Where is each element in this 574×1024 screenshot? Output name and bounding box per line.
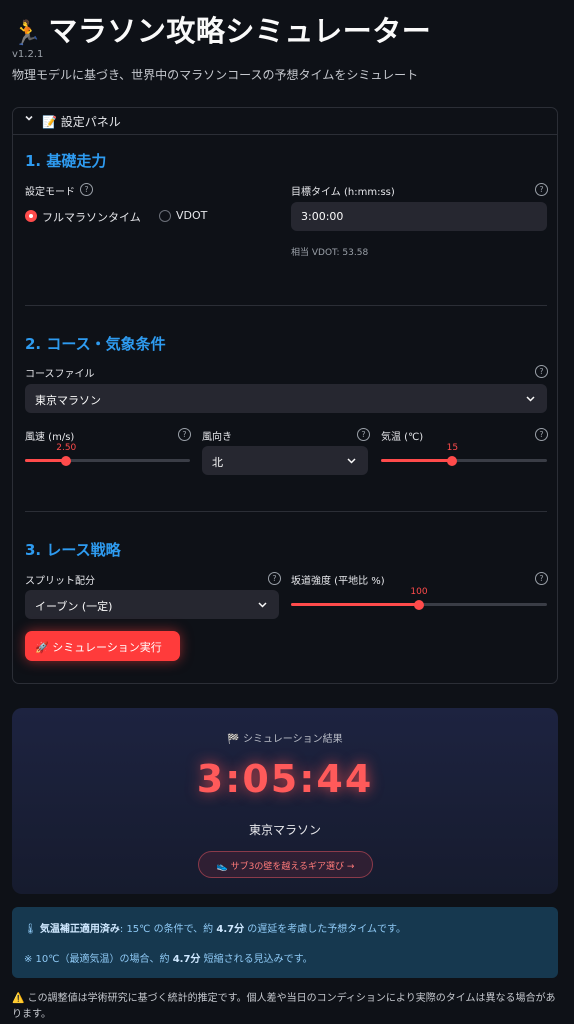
gear-guide-label: 👟 サブ3の壁を越えるギア選び → [216, 862, 355, 872]
settings-panel-title: 📝 設定パネル [42, 115, 121, 129]
temperature-fill [381, 459, 453, 462]
version-label: v1.2.1 [12, 49, 44, 60]
help-icon[interactable]: ? [535, 183, 548, 196]
result-heading: 🏁 シミュレーション結果 [227, 734, 343, 745]
chevron-down-icon [25, 115, 33, 121]
target-time-label: 目標タイム (h:mm:ss) [291, 187, 395, 198]
mode-label: 設定モード [25, 187, 75, 198]
wind-speed-fill [25, 459, 67, 462]
run-simulation-button[interactable]: 🚀 シミュレーション実行 [25, 631, 180, 661]
radio-vdot[interactable] [159, 210, 171, 222]
help-icon[interactable]: ? [535, 428, 548, 441]
vdot-hint: 相当 VDOT: 53.58 [291, 248, 369, 258]
radio-fullmarathon[interactable] [25, 210, 37, 222]
run-simulation-label: 🚀 シミュレーション実行 [35, 641, 162, 654]
page-title: 🏃 マラソン攻略シミュレーター [12, 8, 431, 50]
info-line-1: 🌡 気温補正適用済み: 15℃ の条件で、約 4.7分 の遅延を考慮した予想タイ… [24, 924, 407, 935]
chevron-down-icon [347, 457, 356, 464]
section-basic-heading: 1. 基礎走力 [25, 152, 107, 170]
course-select-value: 東京マラソン [35, 394, 101, 407]
thermometer-icon: 🌡 [24, 924, 37, 935]
wind-speed-label: 風速 (m/s) [25, 432, 75, 443]
slope-fill [291, 603, 419, 606]
divider [25, 305, 547, 306]
course-label: コースファイル [25, 369, 95, 380]
split-select[interactable]: イーブン (一定) [25, 590, 279, 619]
help-icon[interactable]: ? [80, 183, 93, 196]
help-icon[interactable]: ? [357, 428, 370, 441]
page-title-text: マラソン攻略シミュレーター [48, 14, 432, 48]
runner-icon: 🏃 [12, 19, 43, 47]
temperature-info-box [12, 907, 558, 978]
split-label: スプリット配分 [25, 576, 95, 587]
section-strategy-heading: 3. レース戦略 [25, 541, 121, 559]
target-time-value: 3:00:00 [301, 210, 344, 223]
wind-direction-value: 北 [212, 456, 223, 469]
divider [25, 511, 547, 512]
gear-guide-button[interactable]: 👟 サブ3の壁を越えるギア選び → [198, 851, 373, 878]
chevron-down-icon [258, 601, 267, 608]
course-select[interactable]: 東京マラソン [25, 384, 547, 413]
slope-thumb[interactable] [414, 600, 424, 610]
temperature-label: 気温 (℃) [381, 432, 424, 443]
page-subtitle: 物理モデルに基づき、世界中のマラソンコースの予想タイムをシミュレート [12, 68, 419, 82]
help-icon[interactable]: ? [178, 428, 191, 441]
split-select-value: イーブン (一定) [35, 600, 113, 613]
help-icon[interactable]: ? [535, 365, 548, 378]
slope-value: 100 [410, 587, 428, 597]
settings-panel-header[interactable]: 📝 設定パネル [12, 107, 558, 135]
radio-fullmarathon-label[interactable]: フルマラソンタイム [42, 209, 141, 225]
wind-direction-label: 風向き [202, 432, 232, 443]
info-line-2: ※ 10℃（最適気温）の場合、約 4.7分 短縮される見込みです。 [24, 954, 313, 965]
help-icon[interactable]: ? [268, 572, 281, 585]
result-course: 東京マラソン [248, 823, 321, 837]
temperature-value: 15 [446, 443, 459, 453]
disclaimer: ⚠️ この調整値は学術研究に基づく統計的推定です。個人差や当日のコンディションに… [12, 993, 556, 1020]
section-course-heading: 2. コース・気象条件 [25, 335, 166, 353]
wind-direction-select[interactable]: 北 [202, 446, 368, 475]
help-icon[interactable]: ? [535, 572, 548, 585]
target-time-input[interactable]: 3:00:00 [291, 202, 547, 231]
slope-label: 坂道強度 (平地比 %) [291, 576, 385, 587]
info-strong: 気温補正適用済み [39, 924, 120, 935]
radio-vdot-label[interactable]: VDOT [176, 209, 207, 222]
wind-speed-value: 2.50 [56, 443, 77, 453]
result-time: 3:05:44 [196, 757, 374, 801]
chevron-down-icon [526, 395, 535, 402]
